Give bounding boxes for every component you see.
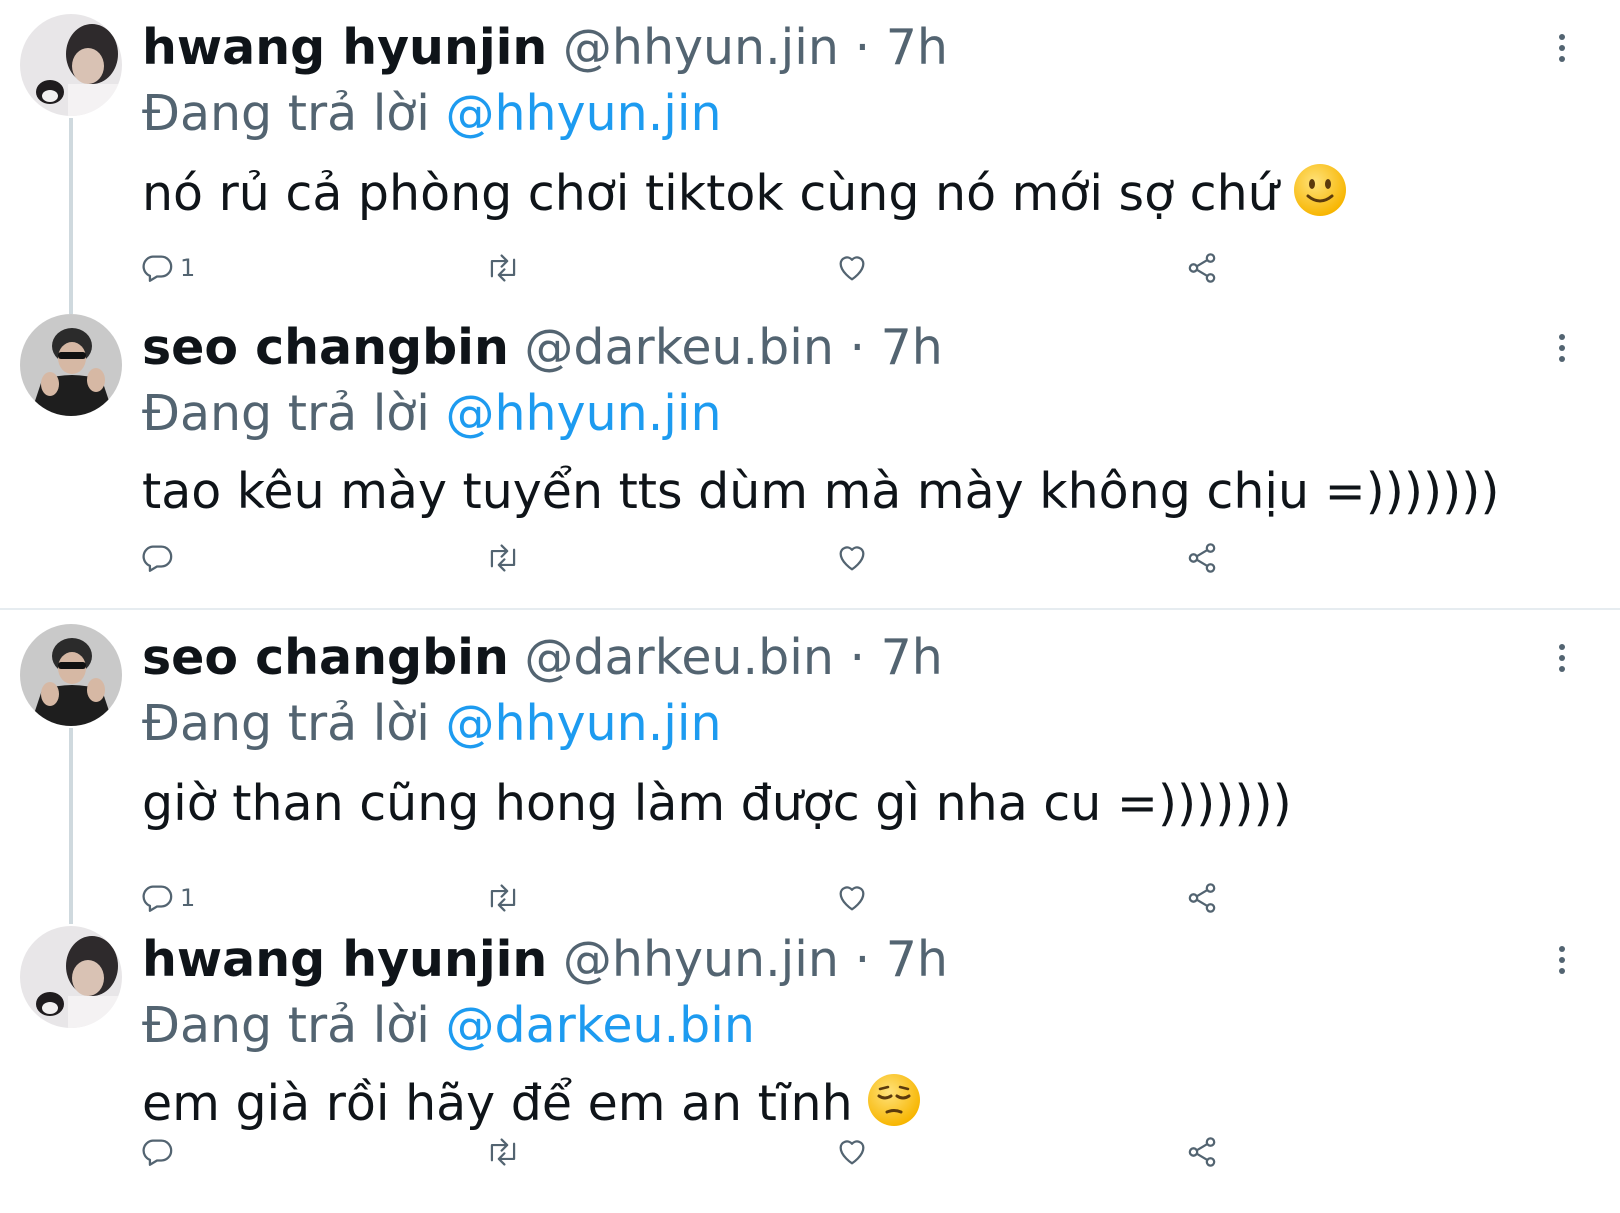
share-button[interactable] [1185,538,1219,578]
reply-count: 1 [180,884,196,912]
like-button[interactable] [835,248,869,288]
reply-mention-link[interactable]: @hhyun.jin [445,695,721,752]
share-icon [1188,883,1216,913]
replying-to: Đang trả lời @hhyun.jin [142,86,722,142]
handle[interactable]: @darkeu.bin [524,319,833,376]
more-options-icon[interactable] [1550,942,1574,978]
display-name[interactable]: seo changbin [142,319,509,376]
replying-label: Đang trả lời [142,695,430,752]
heart-icon [839,1140,865,1165]
replying-to: Đang trả lời @hhyun.jin [142,386,722,442]
avatar[interactable] [20,14,122,116]
share-icon [1188,543,1216,573]
more-options-icon[interactable] [1550,30,1574,66]
like-button[interactable] [835,1132,869,1172]
more-options-icon[interactable] [1550,640,1574,676]
reply-button[interactable] [140,1132,180,1172]
handle[interactable]: @hhyun.jin [563,19,839,76]
tweet-header: seo changbin @darkeu.bin · 7h [142,320,943,376]
replying-label: Đang trả lời [142,85,430,142]
retweet-icon [490,254,516,282]
like-button[interactable] [835,538,869,578]
reply-mention-link[interactable]: @hhyun.jin [445,85,721,142]
tweet-text-content: tao kêu mày tuyển tts dùm mà mày không c… [142,463,1500,520]
tweet-text-content: em già rồi hãy để em an tĩnh [142,1075,853,1132]
retweet-icon [490,1138,516,1166]
timestamp[interactable]: · 7h [849,629,942,686]
tweet-text: nó rủ cả phòng chơi tiktok cùng nó mới s… [142,164,1347,224]
action-bar [140,1132,1280,1172]
reply-count: 1 [180,254,196,282]
reply-icon [142,885,173,912]
tweet-text-content: giờ than cũng hong làm được gì nha cu =)… [142,775,1292,832]
display-name[interactable]: hwang hyunjin [142,931,547,988]
reply-icon [142,255,173,282]
pensive-face-emoji [868,1074,921,1126]
share-icon [1188,253,1216,283]
replying-to: Đang trả lời @hhyun.jin [142,696,722,752]
heart-icon [839,256,865,281]
retweet-icon [490,884,516,912]
tweet-text: giờ than cũng hong làm được gì nha cu =)… [142,774,1292,834]
avatar[interactable] [20,926,122,1028]
more-options-icon[interactable] [1550,330,1574,366]
reply-icon [142,545,173,572]
display-name[interactable]: seo changbin [142,629,509,686]
heart-icon [839,886,865,911]
tweet-header: seo changbin @darkeu.bin · 7h [142,630,943,686]
reply-mention-link[interactable]: @darkeu.bin [445,997,754,1054]
replying-to: Đang trả lời @darkeu.bin [142,998,755,1054]
display-name[interactable]: hwang hyunjin [142,19,547,76]
timestamp[interactable]: · 7h [849,319,942,376]
handle[interactable]: @hhyun.jin [563,931,839,988]
share-button[interactable] [1185,1132,1219,1172]
avatar[interactable] [20,314,122,416]
replying-label: Đang trả lời [142,997,430,1054]
retweet-button[interactable] [485,538,521,578]
tweet[interactable]: seo changbin @darkeu.bin · 7h Đang trả l… [0,300,1620,610]
action-bar [140,538,1280,578]
reply-button[interactable] [140,538,180,578]
tweet-text: em già rồi hãy để em an tĩnh [142,1074,921,1134]
slightly-smiling-face-emoji [1294,164,1347,216]
reply-mention-link[interactable]: @hhyun.jin [445,385,721,442]
handle[interactable]: @darkeu.bin [524,629,833,686]
share-button[interactable] [1185,248,1219,288]
tweet-text-content: nó rủ cả phòng chơi tiktok cùng nó mới s… [142,165,1279,222]
tweet[interactable]: hwang hyunjin @hhyun.jin · 7h Đang trả l… [0,0,1620,300]
avatar[interactable] [20,624,122,726]
retweet-icon [490,544,516,572]
tweet[interactable]: seo changbin @darkeu.bin · 7h Đang trả l… [0,610,1620,913]
replying-label: Đang trả lời [142,385,430,442]
heart-icon [839,546,865,571]
action-bar: 1 [140,248,1280,288]
reply-button[interactable]: 1 [140,248,195,288]
retweet-button[interactable] [485,248,521,288]
tweet[interactable]: hwang hyunjin @hhyun.jin · 7h Đang trả l… [0,912,1620,1213]
tweet-text: tao kêu mày tuyển tts dùm mà mày không c… [142,462,1500,522]
reply-icon [142,1139,173,1166]
tweet-header: hwang hyunjin @hhyun.jin · 7h [142,20,948,76]
timestamp[interactable]: · 7h [855,931,948,988]
tweet-header: hwang hyunjin @hhyun.jin · 7h [142,932,948,988]
timestamp[interactable]: · 7h [855,19,948,76]
retweet-button[interactable] [485,1132,521,1172]
share-icon [1188,1137,1216,1167]
